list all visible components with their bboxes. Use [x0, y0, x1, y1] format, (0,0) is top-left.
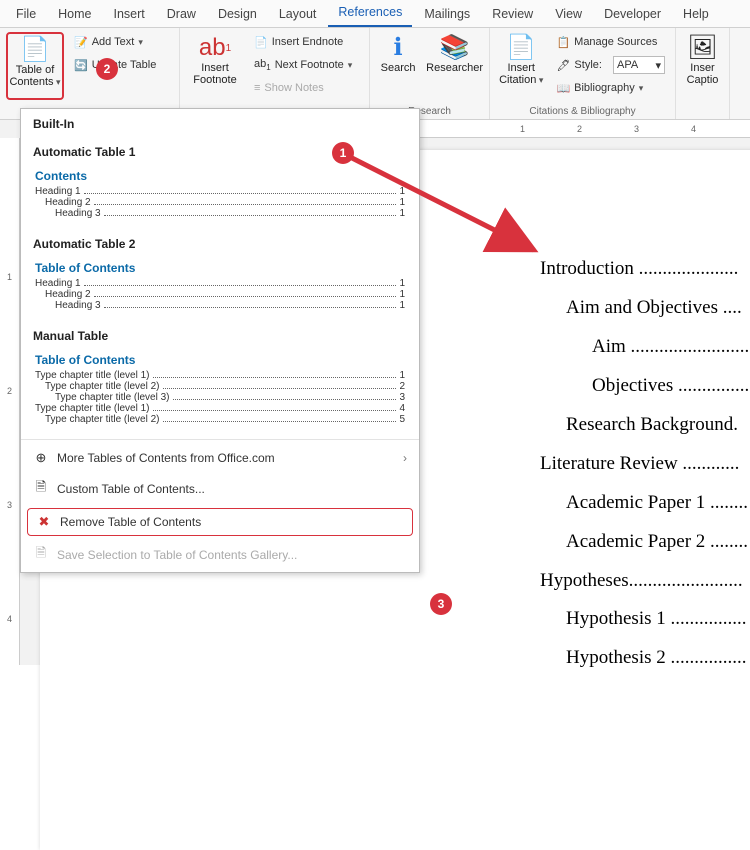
manual-table-preview[interactable]: Table of Contents Type chapter title (le…: [21, 349, 419, 435]
bibliography-button[interactable]: 📖Bibliography: [552, 78, 669, 98]
toc-dropdown: Built-In Automatic Table 1 Contents Head…: [20, 108, 420, 573]
tab-mailings[interactable]: Mailings: [414, 3, 480, 27]
tab-home[interactable]: Home: [48, 3, 101, 27]
toc-entry[interactable]: Academic Paper 1 ........: [540, 484, 750, 523]
toc-entry[interactable]: Aim and Objectives ....: [540, 289, 750, 328]
group-research: ℹ Search 📚 Researcher Research: [370, 28, 490, 119]
group-citations-caption: Citations & Bibliography: [496, 104, 669, 117]
save-icon: 🗎: [33, 544, 49, 566]
group-toc: 📄 Table of Contents 📝Add Text 🔄Update Ta…: [0, 28, 180, 119]
search-icon: ℹ: [394, 34, 403, 62]
add-text-icon: 📝: [74, 36, 88, 49]
toc-label-2: Contents: [9, 76, 60, 88]
toc-entry[interactable]: Hypothesis 1 ................: [540, 600, 750, 639]
document-icon: 📄: [20, 36, 50, 64]
auto-table-1-heading: Automatic Table 1: [21, 137, 419, 165]
style-selector[interactable]: 🖊Style: APA▾: [552, 55, 669, 75]
next-footnote-button[interactable]: ab1Next Footnote: [250, 55, 356, 75]
remove-icon: ✖: [36, 514, 52, 530]
tab-references[interactable]: References: [328, 1, 412, 27]
bibliography-icon: 📖: [556, 82, 570, 95]
manual-table-heading: Manual Table: [21, 321, 419, 349]
caption-icon: 🖼: [687, 34, 717, 62]
auto-table-2-preview[interactable]: Table of Contents Heading 11 Heading 21 …: [21, 257, 419, 321]
add-text-button[interactable]: 📝Add Text: [70, 32, 160, 52]
ribbon-tabs: File Home Insert Draw Design Layout Refe…: [0, 0, 750, 28]
footnote-icon: ab1: [199, 34, 231, 62]
group-citations: 📄 Insert Citation 📋Manage Sources 🖊Style…: [490, 28, 676, 119]
manage-sources-button[interactable]: 📋Manage Sources: [552, 32, 669, 52]
tab-design[interactable]: Design: [208, 3, 267, 27]
toc-entry[interactable]: Hypothesis 2 ................: [540, 639, 750, 678]
toc-entry[interactable]: Research Background.: [540, 406, 750, 445]
more-tables-item[interactable]: ⊕More Tables of Contents from Office.com…: [21, 444, 419, 472]
auto-table-2-heading: Automatic Table 2: [21, 229, 419, 257]
built-in-heading: Built-In: [21, 109, 419, 137]
annotation-badge-1: 1: [332, 142, 354, 164]
researcher-icon: 📚: [440, 34, 470, 62]
toc-entry[interactable]: Introduction .....................: [540, 250, 750, 289]
insert-citation-button[interactable]: 📄 Insert Citation: [496, 32, 546, 100]
document-icon: 🗎: [33, 478, 49, 500]
manage-sources-icon: 📋: [556, 36, 570, 49]
custom-toc-item[interactable]: 🗎Custom Table of Contents...: [21, 472, 419, 506]
next-footnote-icon: ab1: [254, 58, 271, 72]
toc-label-1: Table of: [16, 64, 55, 76]
show-notes-icon: ≡: [254, 82, 260, 94]
style-dropdown[interactable]: APA▾: [613, 56, 665, 74]
tab-draw[interactable]: Draw: [157, 3, 206, 27]
auto-table-1-preview[interactable]: Contents Heading 11 Heading 21 Heading 3…: [21, 165, 419, 229]
style-icon: 🖊: [556, 59, 570, 72]
tab-developer[interactable]: Developer: [594, 3, 671, 27]
researcher-button[interactable]: 📚 Researcher: [426, 32, 483, 100]
toc-entry[interactable]: Literature Review ............: [540, 445, 750, 484]
annotation-badge-2: 2: [96, 58, 118, 80]
tab-view[interactable]: View: [545, 3, 592, 27]
save-selection-item: 🗎Save Selection to Table of Contents Gal…: [21, 538, 419, 572]
table-of-contents-button[interactable]: 📄 Table of Contents: [6, 32, 64, 100]
refresh-icon: 🔄: [74, 59, 88, 72]
toc-entry[interactable]: Objectives ..................: [540, 367, 750, 406]
group-footnotes: ab1 Insert Footnote 📄Insert Endnote ab1N…: [180, 28, 370, 119]
remove-toc-item[interactable]: ✖Remove Table of Contents: [28, 509, 412, 535]
insert-endnote-button[interactable]: 📄Insert Endnote: [250, 32, 356, 52]
show-notes-button: ≡Show Notes: [250, 78, 356, 98]
vertical-ruler: 1 2 3 4: [0, 138, 20, 665]
toc-entry[interactable]: Academic Paper 2 ........: [540, 523, 750, 562]
office-icon: ⊕: [33, 450, 49, 466]
annotation-badge-3: 3: [430, 593, 452, 615]
tab-help[interactable]: Help: [673, 3, 719, 27]
search-button[interactable]: ℹ Search: [376, 32, 420, 100]
toc-entry[interactable]: Aim ............................: [540, 328, 750, 367]
tab-insert[interactable]: Insert: [104, 3, 155, 27]
toc-entry[interactable]: Hypotheses........................: [540, 562, 750, 601]
insert-footnote-button[interactable]: ab1 Insert Footnote: [186, 32, 244, 100]
insert-caption-button[interactable]: 🖼 Inser Captio: [682, 32, 723, 100]
tab-review[interactable]: Review: [482, 3, 543, 27]
tab-file[interactable]: File: [6, 3, 46, 27]
tab-layout[interactable]: Layout: [269, 3, 327, 27]
endnote-icon: 📄: [254, 36, 268, 49]
citation-icon: 📄: [506, 34, 536, 62]
chevron-right-icon: ›: [403, 451, 407, 465]
document-toc: Introduction ..................... Aim a…: [540, 250, 750, 678]
group-captions: 🖼 Inser Captio: [676, 28, 730, 119]
chevron-down-icon: ▾: [655, 59, 661, 72]
